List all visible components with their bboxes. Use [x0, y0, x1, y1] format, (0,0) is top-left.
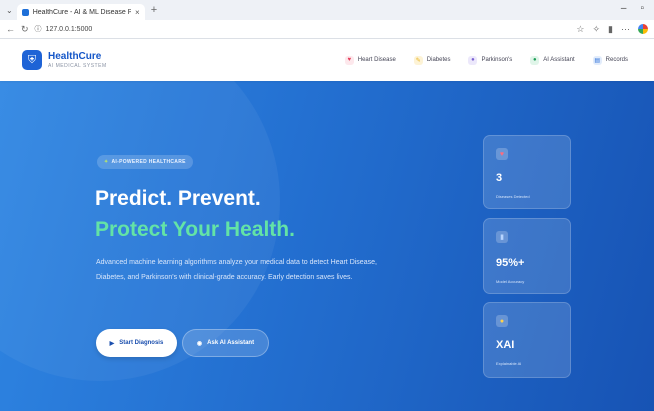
stat-value: XAI	[496, 339, 515, 351]
stat-card-diseases: ♥ 3 Diseases Detected	[483, 135, 571, 209]
heart-icon: ♥	[344, 55, 354, 65]
badge-text: AI-POWERED HEALTHCARE	[111, 159, 186, 165]
reload-icon[interactable]: ↻	[21, 24, 29, 35]
avatar[interactable]	[638, 24, 648, 34]
profile-icon[interactable]: ▮	[608, 24, 613, 35]
url-text: 127.0.0.1:5000	[45, 25, 93, 33]
back-icon[interactable]: ←	[6, 24, 15, 34]
nav-item-label: AI Assistant	[543, 57, 575, 63]
ai-badge: ✦ AI-POWERED HEALTHCARE	[97, 155, 193, 169]
records-icon: ▤	[592, 55, 602, 65]
hero-section: ✦ AI-POWERED HEALTHCARE Predict. Prevent…	[0, 81, 654, 411]
nav-item-ai-assistant[interactable]: ● AI Assistant	[526, 53, 578, 68]
stat-value: 3	[496, 172, 503, 184]
hero-title-line2: Protect Your Health.	[95, 218, 295, 241]
stat-card-xai: ● XAI Explainable AI	[483, 302, 571, 378]
stat-card-accuracy: ▮ 95%+ Model Accuracy	[483, 218, 571, 294]
hero-title-line1: Predict. Prevent.	[95, 187, 261, 210]
nav-links: ♥ Heart Disease ✎ Diabetes ● Parkinson's…	[341, 53, 632, 68]
chart-icon: ▮	[496, 231, 508, 243]
bookmark-star-icon[interactable]: ☆	[576, 24, 584, 35]
menu-icon[interactable]: ⋯	[621, 24, 630, 35]
brand-subtitle: AI MEDICAL SYSTEM	[48, 62, 107, 69]
new-tab-icon[interactable]: +	[151, 4, 157, 16]
bulb-icon: ●	[496, 315, 508, 327]
robot-icon: ◉	[196, 340, 203, 347]
tab-list-icon[interactable]: ⌄	[6, 6, 13, 15]
url-field[interactable]: ⓘ 127.0.0.1:5000	[35, 24, 93, 34]
tab-title: HealthCure - AI & ML Disease Pr	[32, 8, 132, 16]
browser-actions: ☆ ✧ ▮ ⋯	[576, 24, 648, 35]
ask-ai-assistant-button[interactable]: ◉ Ask AI Assistant	[182, 329, 269, 357]
nav-item-records[interactable]: ▤ Records	[589, 53, 632, 68]
shield-logo-icon[interactable]: ⛨	[22, 50, 42, 70]
maximize-icon[interactable]: ▫	[640, 3, 644, 14]
nav-item-heart-disease[interactable]: ♥ Heart Disease	[341, 53, 400, 68]
window-controls: – ▫	[621, 3, 644, 14]
ask-ai-label: Ask AI Assistant	[207, 340, 255, 346]
nav-item-label: Records	[605, 57, 628, 63]
site-info-icon[interactable]: ⓘ	[35, 24, 42, 34]
favicon-icon	[21, 8, 29, 16]
stat-label: Diseases Detected	[496, 194, 530, 199]
play-icon: ▶	[109, 340, 115, 347]
sparkle-icon: ✦	[104, 159, 109, 165]
close-tab-icon[interactable]: ×	[135, 8, 140, 17]
nav-item-parkinsons[interactable]: ● Parkinson's	[464, 53, 516, 68]
app-navbar: ⛨ HealthCure AI MEDICAL SYSTEM ♥ Heart D…	[0, 39, 654, 81]
nav-item-diabetes[interactable]: ✎ Diabetes	[410, 53, 455, 68]
start-diagnosis-label: Start Diagnosis	[119, 340, 164, 346]
stat-label: Model Accuracy	[496, 279, 525, 284]
nav-item-label: Heart Disease	[357, 57, 396, 63]
robot-icon: ●	[530, 55, 540, 65]
address-bar: ← ↻ ⓘ 127.0.0.1:5000 ☆ ✧ ▮ ⋯	[0, 20, 654, 39]
brand-name: HealthCure	[48, 50, 102, 62]
start-diagnosis-button[interactable]: ▶ Start Diagnosis	[96, 329, 177, 357]
stat-value: 95%+	[496, 257, 525, 269]
drop-icon: ✎	[413, 55, 423, 65]
heart-icon: ♥	[496, 148, 508, 160]
minimize-icon[interactable]: –	[621, 3, 627, 14]
browser-tab[interactable]: HealthCure - AI & ML Disease Pr ×	[16, 4, 145, 20]
hero-description: Advanced machine learning algorithms ana…	[96, 259, 377, 281]
brand[interactable]: HealthCure AI MEDICAL SYSTEM	[48, 50, 107, 69]
stat-label: Explainable AI	[496, 361, 522, 366]
brain-icon: ●	[468, 55, 478, 65]
nav-item-label: Parkinson's	[481, 57, 513, 63]
extensions-icon[interactable]: ✧	[593, 24, 601, 35]
nav-item-label: Diabetes	[426, 57, 451, 63]
browser-tab-bar: ⌄ HealthCure - AI & ML Disease Pr × + – …	[0, 0, 654, 20]
